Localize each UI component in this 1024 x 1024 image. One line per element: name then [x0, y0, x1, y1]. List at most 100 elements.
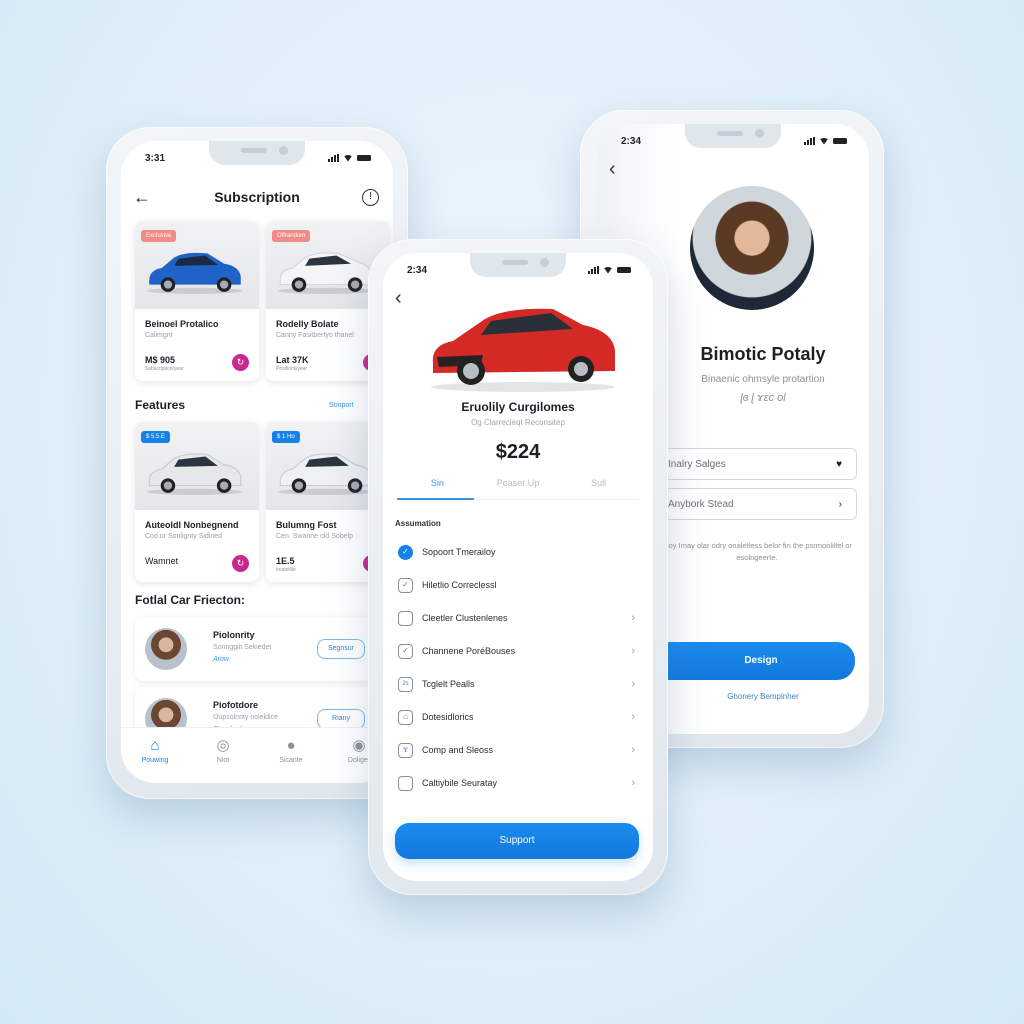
option-row[interactable]: ɤ Comp and Sleoss › [398, 740, 635, 760]
product-price: $224 [495, 441, 541, 463]
option-label: Dotesidlorics [422, 712, 474, 722]
status-bar: 2:34 [621, 134, 847, 148]
card-price: 1E.5 Imaletille [276, 556, 296, 573]
subscription-card[interactable]: Exclusive Beinoel Protalico Calimgnt M$ … [135, 221, 259, 381]
option-label: Channene PoréBouses [422, 646, 516, 656]
bottom-tab-bar: ⌂ Pouwing ◎ Niot ● Sicante ◉ Doliger [121, 727, 393, 783]
option-row[interactable]: ✓ Channene PoréBouses › [398, 641, 635, 661]
chevron-right-icon: › [631, 777, 635, 789]
person-action-button[interactable]: Riany [317, 709, 365, 729]
secondary-link[interactable]: Ghonery Bemplnher [657, 692, 869, 701]
person-description: Sonnggiit Sekiedet [213, 644, 272, 651]
card-price: M$ 905 Subscription/year [145, 355, 184, 372]
car-image-blue-sedan [147, 252, 243, 294]
option-row[interactable]: ✓ Sopoort Tmerailoy [398, 542, 635, 562]
card-subtitle: Canny Fositbertyo thanel [276, 332, 354, 339]
header: ← Subscription ! [121, 185, 393, 209]
tab-profile[interactable]: ● Sicante [261, 738, 321, 783]
chevron-right-icon: › [631, 744, 635, 756]
card-tag: Exclusive [141, 230, 177, 242]
price-value: M$ 905 [145, 355, 176, 365]
profile-subtitle: Binaenic ohmsyle protartion [701, 374, 825, 385]
car-image-white-sedan [278, 453, 374, 495]
checkbox-unchecked-icon[interactable] [398, 610, 413, 626]
profile-photo [690, 186, 814, 310]
phone-product-detail: 2:34 ‹ Eruolily Curgilomes Og Clarrecleq… [368, 239, 668, 895]
status-time: 2:34 [621, 135, 642, 147]
tab-location[interactable]: ◎ Niot [193, 738, 253, 783]
settings-icon: ◉ [352, 737, 366, 754]
field-selection[interactable]: Inalry Salges ♥ [647, 448, 857, 480]
wifi-icon [603, 266, 613, 274]
option-label: Hiletlio Correclessl [422, 580, 497, 590]
card-tag: Offrandum [272, 230, 311, 242]
features-link[interactable]: Sonport [329, 402, 354, 409]
tab-home[interactable]: ⌂ Pouwing [125, 738, 185, 783]
option-row[interactable]: Cleetler Clustenlenes › [398, 608, 635, 628]
option-label: Comp and Sleoss [422, 745, 494, 755]
tab-label: Pouwing [141, 757, 169, 764]
person-row[interactable]: Piolonrity Sonnggiit Sekiedet Arow Segns… [135, 617, 375, 681]
car-image-white-hatchback [278, 252, 374, 294]
status-time: 3:31 [145, 152, 166, 164]
person-name: Piofotdore [213, 700, 258, 710]
person-description: Oupsolnrity noleldice [213, 714, 278, 721]
checkbox-unchecked-icon[interactable] [398, 775, 413, 791]
tab-sin[interactable]: Sin [397, 478, 478, 500]
status-bar: 3:31 [145, 151, 371, 165]
battery-icon [833, 138, 847, 144]
option-row[interactable]: Caltiybile Seuratay › [398, 773, 635, 793]
card-name: Bulumng Fost [276, 520, 337, 530]
option-row[interactable]: ✓ Hiletlio Correclessl [398, 575, 635, 595]
price-note: Imaletille [276, 567, 296, 573]
info-icon[interactable]: ! [362, 188, 379, 206]
tab-label: Sicante [279, 757, 303, 764]
profile-name: Bimotic Potaly [700, 344, 826, 364]
chevron-right-icon: › [631, 711, 635, 723]
arrow-left-icon[interactable]: ← [133, 187, 151, 208]
status-time: 2:34 [407, 264, 428, 276]
avatar [145, 628, 187, 670]
option-row[interactable]: 2s Tcglelt Pealls › [398, 674, 635, 694]
price-note: Subscription/year [145, 366, 184, 372]
card-subtitle: Cod or Sonlignty Sidined [145, 533, 223, 540]
favorite-icon[interactable]: ↻ [232, 555, 249, 572]
option-label: Tcglelt Pealls [422, 679, 475, 689]
signal-icon [804, 137, 815, 145]
person-action-button[interactable]: Segnsur [317, 639, 365, 659]
heart-icon[interactable]: ♥ [836, 459, 842, 470]
chevron-left-icon[interactable]: ‹ [395, 287, 402, 310]
checkbox-checked-icon[interactable]: ✓ [398, 577, 413, 593]
chevron-left-icon[interactable]: ‹ [609, 158, 616, 181]
card-price: Lat 37K Positionlyyear [276, 355, 309, 372]
card-name: Rodelly Bolate [276, 319, 339, 329]
field-navigation[interactable]: Anybork Stead › [647, 488, 857, 520]
person-tag: Arow [213, 656, 229, 663]
features-title: Features [135, 398, 186, 412]
profile-signature: ɭɞ ɭ ɤɛc ol [740, 392, 786, 404]
subscription-screen: 3:31 ← Subscription ! Exclusive Beinoel … [121, 141, 393, 783]
option-label: Caltiybile Seuratay [422, 778, 498, 788]
favorite-icon[interactable]: ↻ [232, 354, 249, 371]
tab-label: Doliger [347, 757, 371, 764]
checkbox-checked-icon[interactable]: ✓ [398, 544, 413, 560]
chevron-right-icon: › [631, 678, 635, 690]
checkbox-checked-icon[interactable]: ✓ [398, 643, 413, 659]
badge-icon: ɤ [398, 742, 413, 758]
price-value: Lat 37K [276, 355, 309, 365]
calendar-icon: 2s [398, 676, 413, 692]
car-image-red-sedan [431, 308, 615, 392]
home-icon: ⌂ [150, 737, 160, 754]
status-bar: 2:34 [407, 263, 631, 277]
tab-sull[interactable]: Sull [558, 478, 639, 499]
support-button[interactable]: Support [395, 823, 639, 859]
arrow-right-icon[interactable]: › [839, 499, 842, 510]
option-row[interactable]: ⌂ Dotesidlorics › [398, 707, 635, 727]
tab-power-up[interactable]: Poaser Up [478, 478, 559, 499]
option-label: Sopoort Tmerailoy [422, 547, 496, 557]
user-icon: ● [286, 737, 296, 754]
card-tag: $ 1 Ho [272, 431, 300, 443]
feature-card[interactable]: $ 5.5.E Auteoldl Nonbegnend Cod or Sonli… [135, 422, 259, 582]
price-value: Wamnet [145, 556, 179, 566]
chevron-right-icon: › [631, 645, 635, 657]
